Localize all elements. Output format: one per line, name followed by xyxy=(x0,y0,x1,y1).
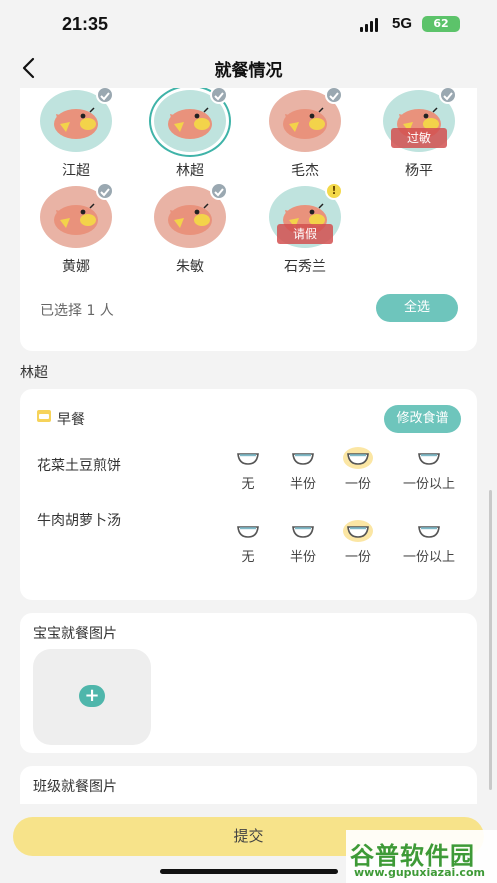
portion-option[interactable]: 一份以上 xyxy=(399,447,459,492)
bowl-icon xyxy=(237,453,259,465)
home-indicator xyxy=(160,869,338,874)
portion-option[interactable]: 半份 xyxy=(273,447,333,492)
child-avatar-icon xyxy=(283,107,327,139)
portion-label: 一份 xyxy=(344,477,371,492)
check-icon xyxy=(439,88,457,104)
bowl-icon xyxy=(347,526,369,538)
meal-icon xyxy=(37,410,51,422)
bowl-icon xyxy=(233,447,263,469)
child-avatar-icon xyxy=(168,203,212,235)
portion-option[interactable]: 一份 xyxy=(328,447,388,492)
meal-title: 早餐 xyxy=(57,412,85,428)
child-item[interactable]: 黄娜 xyxy=(26,182,126,276)
child-item[interactable]: 请假! 石秀兰 xyxy=(255,182,355,276)
child-item[interactable]: 朱敏 xyxy=(140,182,240,276)
baby-photos-title: 宝宝就餐图片 xyxy=(33,626,117,642)
bowl-icon xyxy=(347,453,369,465)
bowl-icon xyxy=(418,526,440,538)
child-item[interactable]: 过敏 杨平 xyxy=(369,88,469,180)
avatar: 请假! xyxy=(269,182,343,248)
watermark-url: www.gupuxiazai.com xyxy=(354,866,485,879)
avatar xyxy=(40,182,114,248)
edit-menu-button[interactable]: 修改食谱 xyxy=(384,405,461,433)
portion-option[interactable]: 一份以上 xyxy=(399,520,459,565)
page-title: 就餐情况 xyxy=(214,61,283,81)
signal-icon xyxy=(360,18,378,32)
status-time: 21:35 xyxy=(62,14,109,34)
watermark: 谷普软件园 www.gupuxiazai.com xyxy=(346,830,497,883)
dish-name: 牛肉胡萝卜汤 xyxy=(37,513,121,529)
portion-option[interactable]: 无 xyxy=(218,447,278,492)
child-name: 朱敏 xyxy=(176,259,204,275)
bowl-icon xyxy=(288,520,318,542)
check-icon xyxy=(210,88,228,104)
child-item[interactable]: 林超 xyxy=(140,88,240,180)
bowl-icon xyxy=(414,520,444,542)
portion-option[interactable]: 半份 xyxy=(273,520,333,565)
status-bar: 21:35 5G 62 xyxy=(0,0,497,48)
warning-icon: ! xyxy=(325,182,343,200)
class-photos-card: 班级就餐图片 xyxy=(20,766,477,804)
status-tag: 过敏 xyxy=(391,128,447,148)
bowl-icon xyxy=(292,526,314,538)
meal-card: 早餐 修改食谱 花菜土豆煎饼无半份 一份 一份以上 牛肉胡萝卜汤无半份 一份 一份以上 xyxy=(20,389,477,600)
child-avatar-icon xyxy=(168,107,212,139)
avatar: 过敏 xyxy=(383,88,457,152)
bowl-icon xyxy=(414,447,444,469)
network-label: 5G xyxy=(392,15,413,32)
nav-bar: 就餐情况 xyxy=(0,48,497,88)
bowl-icon xyxy=(343,520,373,542)
child-name: 黄娜 xyxy=(62,259,90,275)
add-baby-photo-button[interactable]: + xyxy=(33,649,151,745)
scroll-content[interactable]: 江超 林超 毛杰 过敏 杨平 黄娜 朱敏 请假! 石秀兰 已选择 1 人 全选 林超 早餐 修改… xyxy=(0,88,497,804)
portion-label: 无 xyxy=(241,550,255,565)
baby-photos-card: 宝宝就餐图片 + xyxy=(20,613,477,753)
status-tag: 请假 xyxy=(277,224,333,244)
dish-name: 花菜土豆煎饼 xyxy=(37,458,121,474)
avatar xyxy=(40,88,114,152)
child-name: 江超 xyxy=(62,163,90,179)
child-avatar-icon xyxy=(54,203,98,235)
bowl-icon xyxy=(343,447,373,469)
child-avatar-icon xyxy=(54,107,98,139)
select-all-button[interactable]: 全选 xyxy=(376,294,458,322)
check-icon xyxy=(210,182,228,200)
portion-label: 半份 xyxy=(289,550,316,565)
child-name: 毛杰 xyxy=(291,163,319,179)
portion-label: 一份 xyxy=(344,550,371,565)
selected-count: 已选择 1 人 xyxy=(40,303,114,319)
child-name: 石秀兰 xyxy=(284,259,326,275)
child-name: 杨平 xyxy=(405,163,433,179)
portion-label: 一份以上 xyxy=(402,550,455,565)
scrollbar[interactable] xyxy=(489,490,492,790)
portion-option[interactable]: 一份 xyxy=(328,520,388,565)
avatar xyxy=(149,88,231,157)
plus-icon: + xyxy=(79,685,105,707)
check-icon xyxy=(325,88,343,104)
avatar xyxy=(269,88,343,152)
child-item[interactable]: 毛杰 xyxy=(255,88,355,180)
bowl-icon xyxy=(288,447,318,469)
child-item[interactable]: 江超 xyxy=(26,88,126,180)
bowl-icon xyxy=(233,520,263,542)
bowl-icon xyxy=(237,526,259,538)
portion-label: 一份以上 xyxy=(402,477,455,492)
bowl-icon xyxy=(292,453,314,465)
portion-option[interactable]: 无 xyxy=(218,520,278,565)
bowl-icon xyxy=(418,453,440,465)
current-child-name: 林超 xyxy=(20,365,48,381)
battery-icon: 62 xyxy=(422,16,460,32)
class-photos-title: 班级就餐图片 xyxy=(33,779,117,795)
check-icon xyxy=(96,88,114,104)
check-icon xyxy=(96,182,114,200)
children-card: 江超 林超 毛杰 过敏杨平黄娜 朱敏 请假! 石秀兰 已选择 1 人 全选 xyxy=(20,88,477,351)
portion-label: 无 xyxy=(241,477,255,492)
portion-label: 半份 xyxy=(289,477,316,492)
child-name: 林超 xyxy=(176,163,204,179)
avatar xyxy=(154,182,228,248)
